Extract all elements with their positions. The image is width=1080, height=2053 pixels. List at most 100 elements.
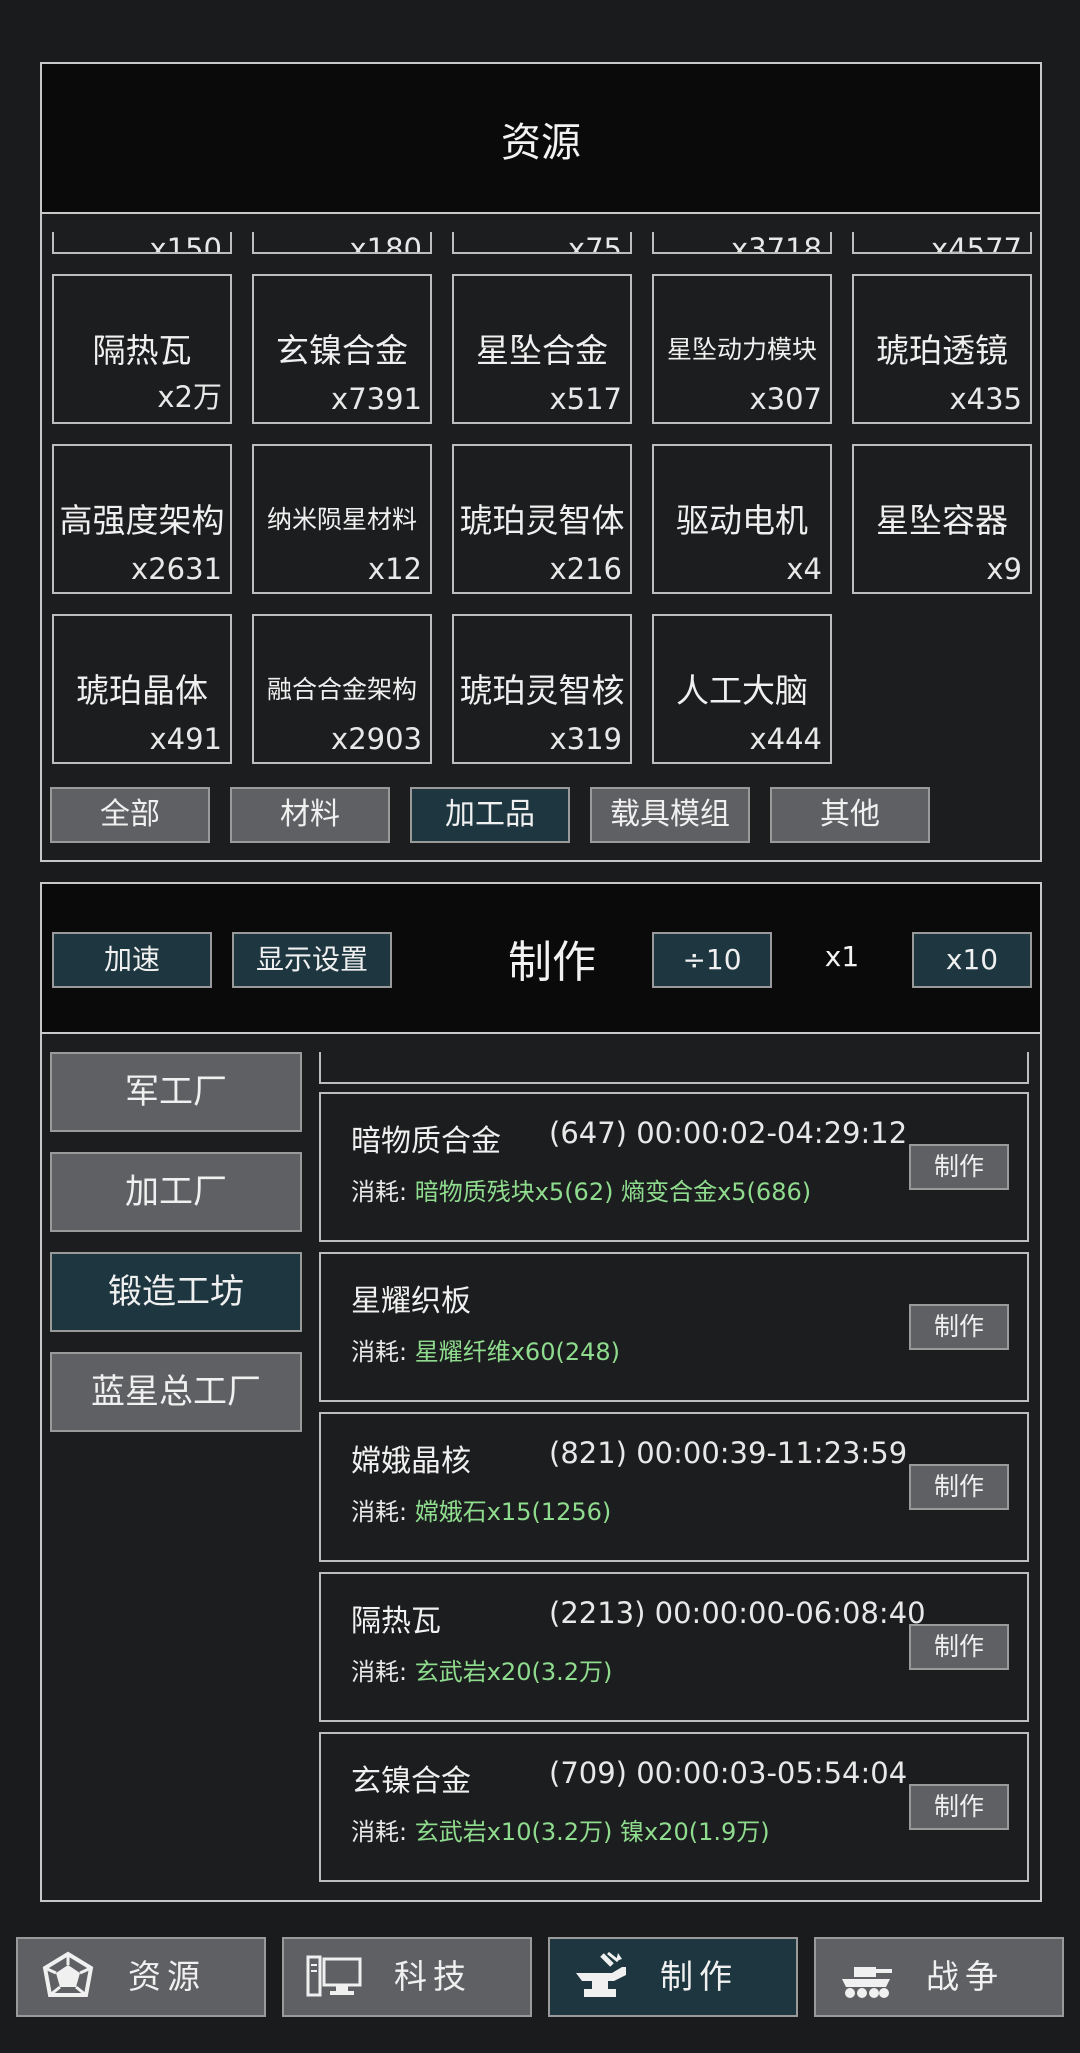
recipe-card: 暗物质合金 (647) 00:00:02-04:29:12 消耗: 暗物质残块x… <box>319 1092 1029 1242</box>
tank-icon <box>842 1967 892 1998</box>
recipe-info: (2213) 00:00:00-06:08:40 <box>549 1596 926 1630</box>
recipe-cost: 消耗: 玄武岩x20(3.2万) <box>351 1652 612 1687</box>
recipe-name: 星耀织板 <box>351 1284 471 1319</box>
cost-items: 嫦娥石x15(1256) <box>414 1498 612 1526</box>
recipe-info: (709) 00:00:03-05:54:04 <box>549 1756 908 1790</box>
resource-count: x2903 <box>331 722 422 756</box>
resource-count: x4 <box>786 552 822 586</box>
divide-10-button[interactable]: ÷10 <box>652 932 772 988</box>
nav-label: 资源 <box>128 1957 206 1996</box>
cost-prefix: 消耗: <box>351 1178 415 1206</box>
factory-tab-processing[interactable]: 加工厂 <box>50 1152 302 1232</box>
make-button[interactable]: 制作 <box>909 1304 1009 1350</box>
resource-name: 高强度架构 <box>59 501 225 540</box>
recipe-name: 暗物质合金 <box>351 1124 501 1159</box>
recipe-cost: 消耗: 玄武岩x10(3.2万) 镍x20(1.9万) <box>351 1812 770 1847</box>
resource-tile[interactable]: 星坠合金 x517 <box>452 274 632 424</box>
resource-name: 琥珀灵智核 <box>459 671 625 710</box>
resource-tile[interactable]: 琥珀灵智核 x319 <box>452 614 632 764</box>
resource-name: 琥珀灵智体 <box>459 501 625 540</box>
cost-prefix: 消耗: <box>351 1818 415 1846</box>
resource-tile[interactable]: 琥珀晶体 x491 <box>52 614 232 764</box>
cost-items: 暗物质残块x5(62) 熵变合金x5(686) <box>414 1178 812 1206</box>
resource-count: x435 <box>949 382 1022 416</box>
resource-tile-partial[interactable]: x4577 <box>852 232 1032 254</box>
filter-tab-all[interactable]: 全部 <box>50 787 210 843</box>
resource-tile[interactable]: 星坠容器 x9 <box>852 444 1032 594</box>
recipe-name: 嫦娥晶核 <box>351 1444 471 1479</box>
factory-tab-forge[interactable]: 锻造工坊 <box>50 1252 302 1332</box>
resource-count: x7391 <box>331 382 422 416</box>
resource-count: x319 <box>549 722 622 756</box>
cost-items: 星耀纤维x60(248) <box>414 1338 620 1366</box>
recipe-card: 星耀织板 消耗: 星耀纤维x60(248) 制作 <box>319 1252 1029 1402</box>
resource-count: x517 <box>549 382 622 416</box>
nav-war[interactable]: 战争 <box>814 1937 1064 2017</box>
resource-tile[interactable]: 人工大脑 x444 <box>652 614 832 764</box>
resource-name: 玄镍合金 <box>276 331 408 370</box>
filter-tab-other[interactable]: 其他 <box>770 787 930 843</box>
resource-tile[interactable]: 星坠动力模块 x307 <box>652 274 832 424</box>
nav-label: 战争 <box>926 1957 1004 1996</box>
recipe-cost: 消耗: 暗物质残块x5(62) 熵变合金x5(686) <box>351 1172 811 1207</box>
make-button[interactable]: 制作 <box>909 1464 1009 1510</box>
craft-header: 加速 显示设置 制作 ÷10 x1 x10 <box>42 884 1040 1034</box>
resource-count: x12 <box>367 552 422 586</box>
resource-name: 纳米陨星材料 <box>266 505 417 534</box>
nav-resources[interactable]: 资源 <box>16 1937 266 2017</box>
make-button[interactable]: 制作 <box>909 1144 1009 1190</box>
factory-tab-bluestar[interactable]: 蓝星总工厂 <box>50 1352 302 1432</box>
resource-name: 驱动电机 <box>676 501 808 540</box>
resource-tile-partial[interactable]: x180 <box>252 232 432 254</box>
cost-prefix: 消耗: <box>351 1498 415 1526</box>
resource-name: 融合合金架构 <box>266 675 417 704</box>
resource-tile[interactable]: 纳米陨星材料 x12 <box>252 444 432 594</box>
resource-count: x4577 <box>931 232 1022 254</box>
resources-panel: 资源 x150 x180 x75 x3718 x4577 隔热瓦 x2万 玄镍合… <box>40 62 1042 862</box>
resource-count: x180 <box>349 232 422 254</box>
resource-tile[interactable]: 玄镍合金 x7391 <box>252 274 432 424</box>
resource-count: x3718 <box>731 232 822 254</box>
make-button[interactable]: 制作 <box>909 1784 1009 1830</box>
speed-up-button[interactable]: 加速 <box>52 932 212 988</box>
recipe-info: (647) 00:00:02-04:29:12 <box>549 1116 908 1150</box>
resource-tile-partial[interactable]: x75 <box>452 232 632 254</box>
recipe-info: (821) 00:00:39-11:23:59 <box>549 1436 908 1470</box>
nav-tech[interactable]: 科技 <box>282 1937 532 2017</box>
resource-name: 星坠容器 <box>876 501 1008 540</box>
nav-craft[interactable]: 制作 <box>548 1937 798 2017</box>
resource-count: x491 <box>149 722 222 756</box>
resource-tile[interactable]: 高强度架构 x2631 <box>52 444 232 594</box>
make-button[interactable]: 制作 <box>909 1624 1009 1670</box>
resource-tile[interactable]: 琥珀透镜 x435 <box>852 274 1032 424</box>
filter-tab-vehicle-modules[interactable]: 载具模组 <box>590 787 750 843</box>
resource-tile[interactable]: 融合合金架构 x2903 <box>252 614 432 764</box>
resource-name: 隔热瓦 <box>92 331 192 370</box>
cost-items: 玄武岩x10(3.2万) 镍x20(1.9万) <box>414 1818 770 1846</box>
filter-tab-materials[interactable]: 材料 <box>230 787 390 843</box>
resource-count: x9 <box>986 552 1022 586</box>
resource-tile[interactable]: 琥珀灵智体 x216 <box>452 444 632 594</box>
recipe-cost: 消耗: 嫦娥石x15(1256) <box>351 1492 611 1527</box>
multiply-10-button[interactable]: x10 <box>912 932 1032 988</box>
filter-tab-processed[interactable]: 加工品 <box>410 787 570 843</box>
recipe-card: 玄镍合金 (709) 00:00:03-05:54:04 消耗: 玄武岩x10(… <box>319 1732 1029 1882</box>
dodecahedron-icon <box>42 1951 94 1997</box>
recipe-partial <box>319 1052 1029 1084</box>
resource-tile-partial[interactable]: x3718 <box>652 232 832 254</box>
anvil-icon <box>576 1951 626 1997</box>
resource-count: x2万 <box>157 380 222 414</box>
display-settings-button[interactable]: 显示设置 <box>232 932 392 988</box>
resource-count: x216 <box>549 552 622 586</box>
cost-items: 玄武岩x20(3.2万) <box>414 1658 613 1686</box>
resource-count: x2631 <box>131 552 222 586</box>
resource-tile-partial[interactable]: x150 <box>52 232 232 254</box>
recipe-card: 嫦娥晶核 (821) 00:00:39-11:23:59 消耗: 嫦娥石x15(… <box>319 1412 1029 1562</box>
craft-title: 制作 <box>508 937 596 988</box>
resource-tile[interactable]: 驱动电机 x4 <box>652 444 832 594</box>
resource-tile[interactable]: 隔热瓦 x2万 <box>52 274 232 424</box>
resource-name: 星坠动力模块 <box>666 335 817 364</box>
resource-name: 星坠合金 <box>476 331 608 370</box>
nav-label: 科技 <box>394 1957 472 1996</box>
factory-tab-military[interactable]: 军工厂 <box>50 1052 302 1132</box>
